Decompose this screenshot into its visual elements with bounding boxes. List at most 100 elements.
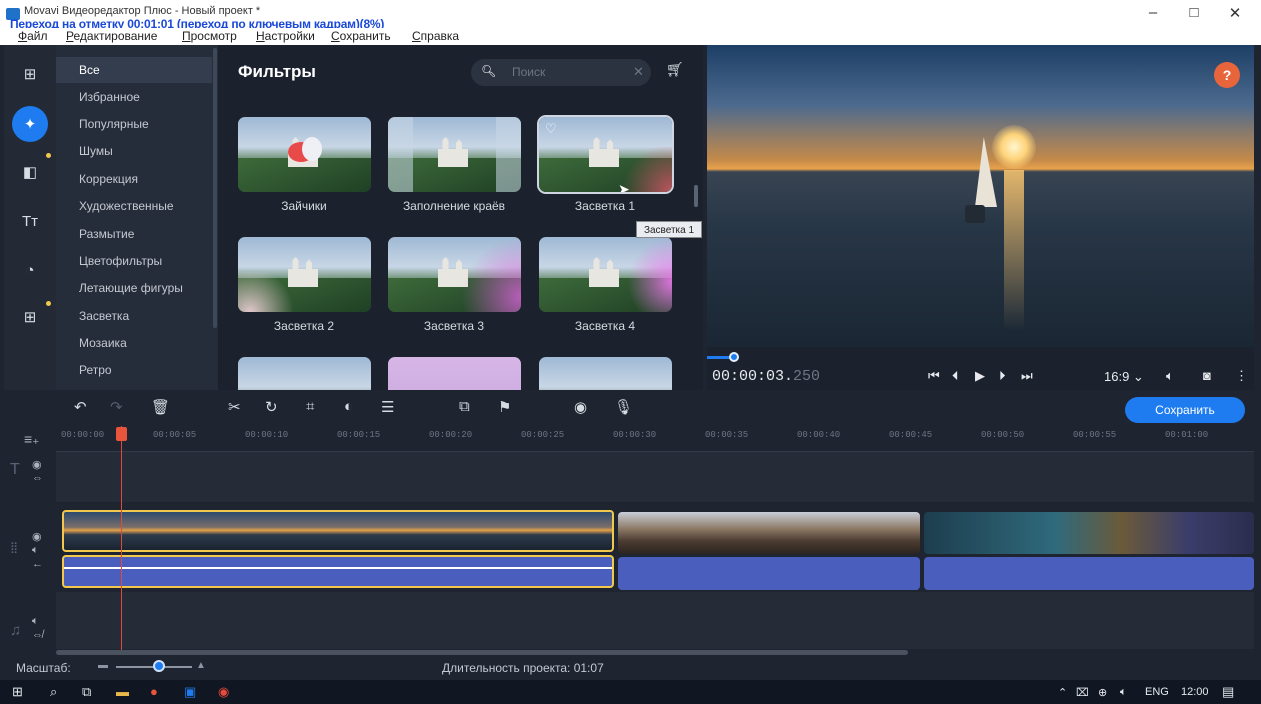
voice-record-icon[interactable]: 🎙︎ [614, 398, 633, 416]
aspect-ratio-select[interactable]: 16:9 ⌄ [1104, 369, 1144, 385]
close-button[interactable]: ✕ [1220, 4, 1250, 22]
text-track-lane[interactable] [56, 452, 1254, 502]
filter-thumbnail[interactable] [388, 117, 521, 192]
step-forward-icon[interactable]: ⏵ [999, 368, 1006, 384]
store-cart-icon[interactable]: 🛒︎ [666, 61, 684, 78]
network-icon[interactable]: ⌧ [1076, 686, 1089, 699]
category-item[interactable]: Популярные [56, 111, 212, 137]
overlay-icon[interactable]: ⧉ [459, 398, 470, 415]
snapshot-icon[interactable]: ◙ [1203, 368, 1211, 383]
titles-icon[interactable]: Tт [12, 203, 48, 239]
volume-icon[interactable]: 🔈︎ [32, 615, 39, 628]
favorite-heart-icon[interactable]: ♡ [545, 121, 557, 137]
category-item[interactable]: Летающие фигуры [56, 275, 212, 301]
transitions-icon[interactable]: ◧ [12, 154, 48, 190]
category-item[interactable]: Мозаика [56, 330, 212, 356]
filter-thumbnail[interactable] [539, 357, 672, 390]
timeline-scrollbar[interactable] [56, 650, 908, 655]
notifications-icon[interactable]: ▤ [1222, 684, 1234, 700]
webcam-record-icon[interactable]: ◉ [574, 398, 587, 416]
video-clip[interactable] [924, 512, 1254, 554]
filter-thumbnail[interactable] [238, 237, 371, 312]
add-track-icon[interactable]: ≡₊ [24, 431, 40, 448]
playback-progress-handle[interactable] [729, 352, 739, 362]
undo-icon[interactable]: ↶ [74, 398, 87, 416]
windows-start-icon[interactable]: ⊞ [12, 684, 23, 700]
menu-settings[interactable]: Настройки [256, 29, 315, 43]
audio-track-lane[interactable] [56, 592, 1254, 649]
rotate-icon[interactable]: ↻ [265, 398, 278, 416]
visibility-icon[interactable]: ◉ [32, 458, 42, 471]
category-item-all[interactable]: Все [56, 57, 212, 83]
visibility-icon[interactable]: ◉ [32, 530, 42, 543]
link-icon[interactable]: ⇎ [32, 629, 43, 641]
category-item[interactable]: Коррекция [56, 166, 212, 192]
video-clip-selected[interactable] [62, 510, 614, 552]
task-view-icon[interactable]: ⧉ [82, 684, 91, 700]
menu-edit[interactable]: Редактирование [66, 29, 157, 43]
browser-icon[interactable]: ● [150, 684, 158, 699]
input-language[interactable]: ENG [1145, 686, 1169, 698]
crop-icon[interactable]: ⌗ [306, 398, 314, 415]
globe-icon[interactable]: ⊕ [1098, 686, 1107, 699]
minimize-button[interactable]: – [1138, 4, 1168, 21]
drag-handle-icon[interactable]: ⣿ [10, 541, 18, 554]
zoom-slider-handle[interactable] [153, 660, 165, 672]
more-tools-icon[interactable]: ⊞ [12, 299, 48, 335]
skip-start-icon[interactable]: ⏮ [928, 368, 940, 384]
volume-icon[interactable]: 🔈︎ [1166, 368, 1174, 384]
movavi-taskbar-icon[interactable]: ▣ [184, 684, 196, 700]
clip-properties-icon[interactable]: ☰ [381, 398, 394, 416]
export-button[interactable]: Сохранить [1125, 397, 1245, 423]
search-input[interactable]: 🔍︎ Поиск ✕ [471, 59, 651, 86]
zoom-in-icon[interactable]: ▲ [196, 660, 206, 671]
step-back-icon[interactable]: ⏴ [952, 368, 959, 384]
menu-file[interactable]: Файл [18, 29, 48, 43]
filter-thumbnail[interactable] [388, 357, 521, 390]
play-icon[interactable]: ▶ [975, 368, 985, 384]
filter-thumbnail[interactable] [238, 117, 371, 192]
filters-icon[interactable]: ✦ [12, 106, 48, 142]
filter-thumbnail[interactable] [388, 237, 521, 312]
timeline-ruler[interactable]: 00:00:00 00:00:05 00:00:10 00:00:15 00:0… [56, 426, 1254, 452]
skip-end-icon[interactable]: ⏭ [1021, 368, 1033, 384]
redo-icon[interactable]: ↷ [110, 398, 123, 416]
color-adjust-icon[interactable]: ◐ [344, 398, 353, 415]
filter-thumbnail-selected[interactable]: ♡ ➤ [537, 115, 674, 194]
zoom-out-icon[interactable]: ▬ [98, 660, 108, 671]
link-icon[interactable]: ⇔ [32, 472, 43, 484]
file-explorer-icon[interactable]: ▬ [116, 684, 129, 699]
stickers-icon[interactable]: ◔ [12, 252, 48, 288]
category-item[interactable]: Художественные [56, 193, 212, 219]
clock[interactable]: 12:00 [1181, 686, 1209, 698]
search-icon[interactable]: ⌕ [50, 684, 57, 700]
clear-icon[interactable]: ✕ [633, 64, 644, 80]
import-icon[interactable]: ⊞ [12, 56, 48, 92]
marker-flag-icon[interactable]: ⚑ [498, 398, 511, 416]
filter-thumbnail[interactable] [238, 357, 371, 390]
link-icon[interactable]: ← [32, 558, 43, 570]
volume-icon[interactable]: 🔈︎ [32, 544, 39, 557]
help-button[interactable]: ? [1214, 62, 1240, 88]
video-clip[interactable] [618, 512, 920, 554]
tray-chevron-icon[interactable]: ⌃ [1058, 686, 1067, 699]
filter-thumbnail[interactable] [539, 237, 672, 312]
category-item[interactable]: Ретро [56, 357, 212, 383]
category-item[interactable]: Цветофильтры [56, 248, 212, 274]
playhead[interactable] [121, 426, 122, 652]
audio-waveform-selected[interactable] [62, 555, 614, 588]
audio-waveform[interactable] [924, 557, 1254, 590]
maximize-button[interactable]: □ [1179, 4, 1209, 21]
category-item[interactable]: Избранное [56, 84, 212, 110]
audio-waveform[interactable] [618, 557, 920, 590]
volume-line[interactable] [64, 567, 612, 569]
playhead-handle[interactable] [116, 427, 127, 441]
menu-help[interactable]: Справка [412, 29, 459, 43]
menu-view[interactable]: Просмотр [182, 29, 237, 43]
category-item[interactable]: Размытие [56, 221, 212, 247]
video-preview[interactable]: ? [707, 45, 1254, 347]
category-item[interactable]: Шумы [56, 138, 212, 164]
category-item[interactable]: Засветка [56, 303, 212, 329]
menu-export[interactable]: Сохранить [331, 29, 391, 43]
cut-icon[interactable]: ✂ [228, 398, 241, 416]
